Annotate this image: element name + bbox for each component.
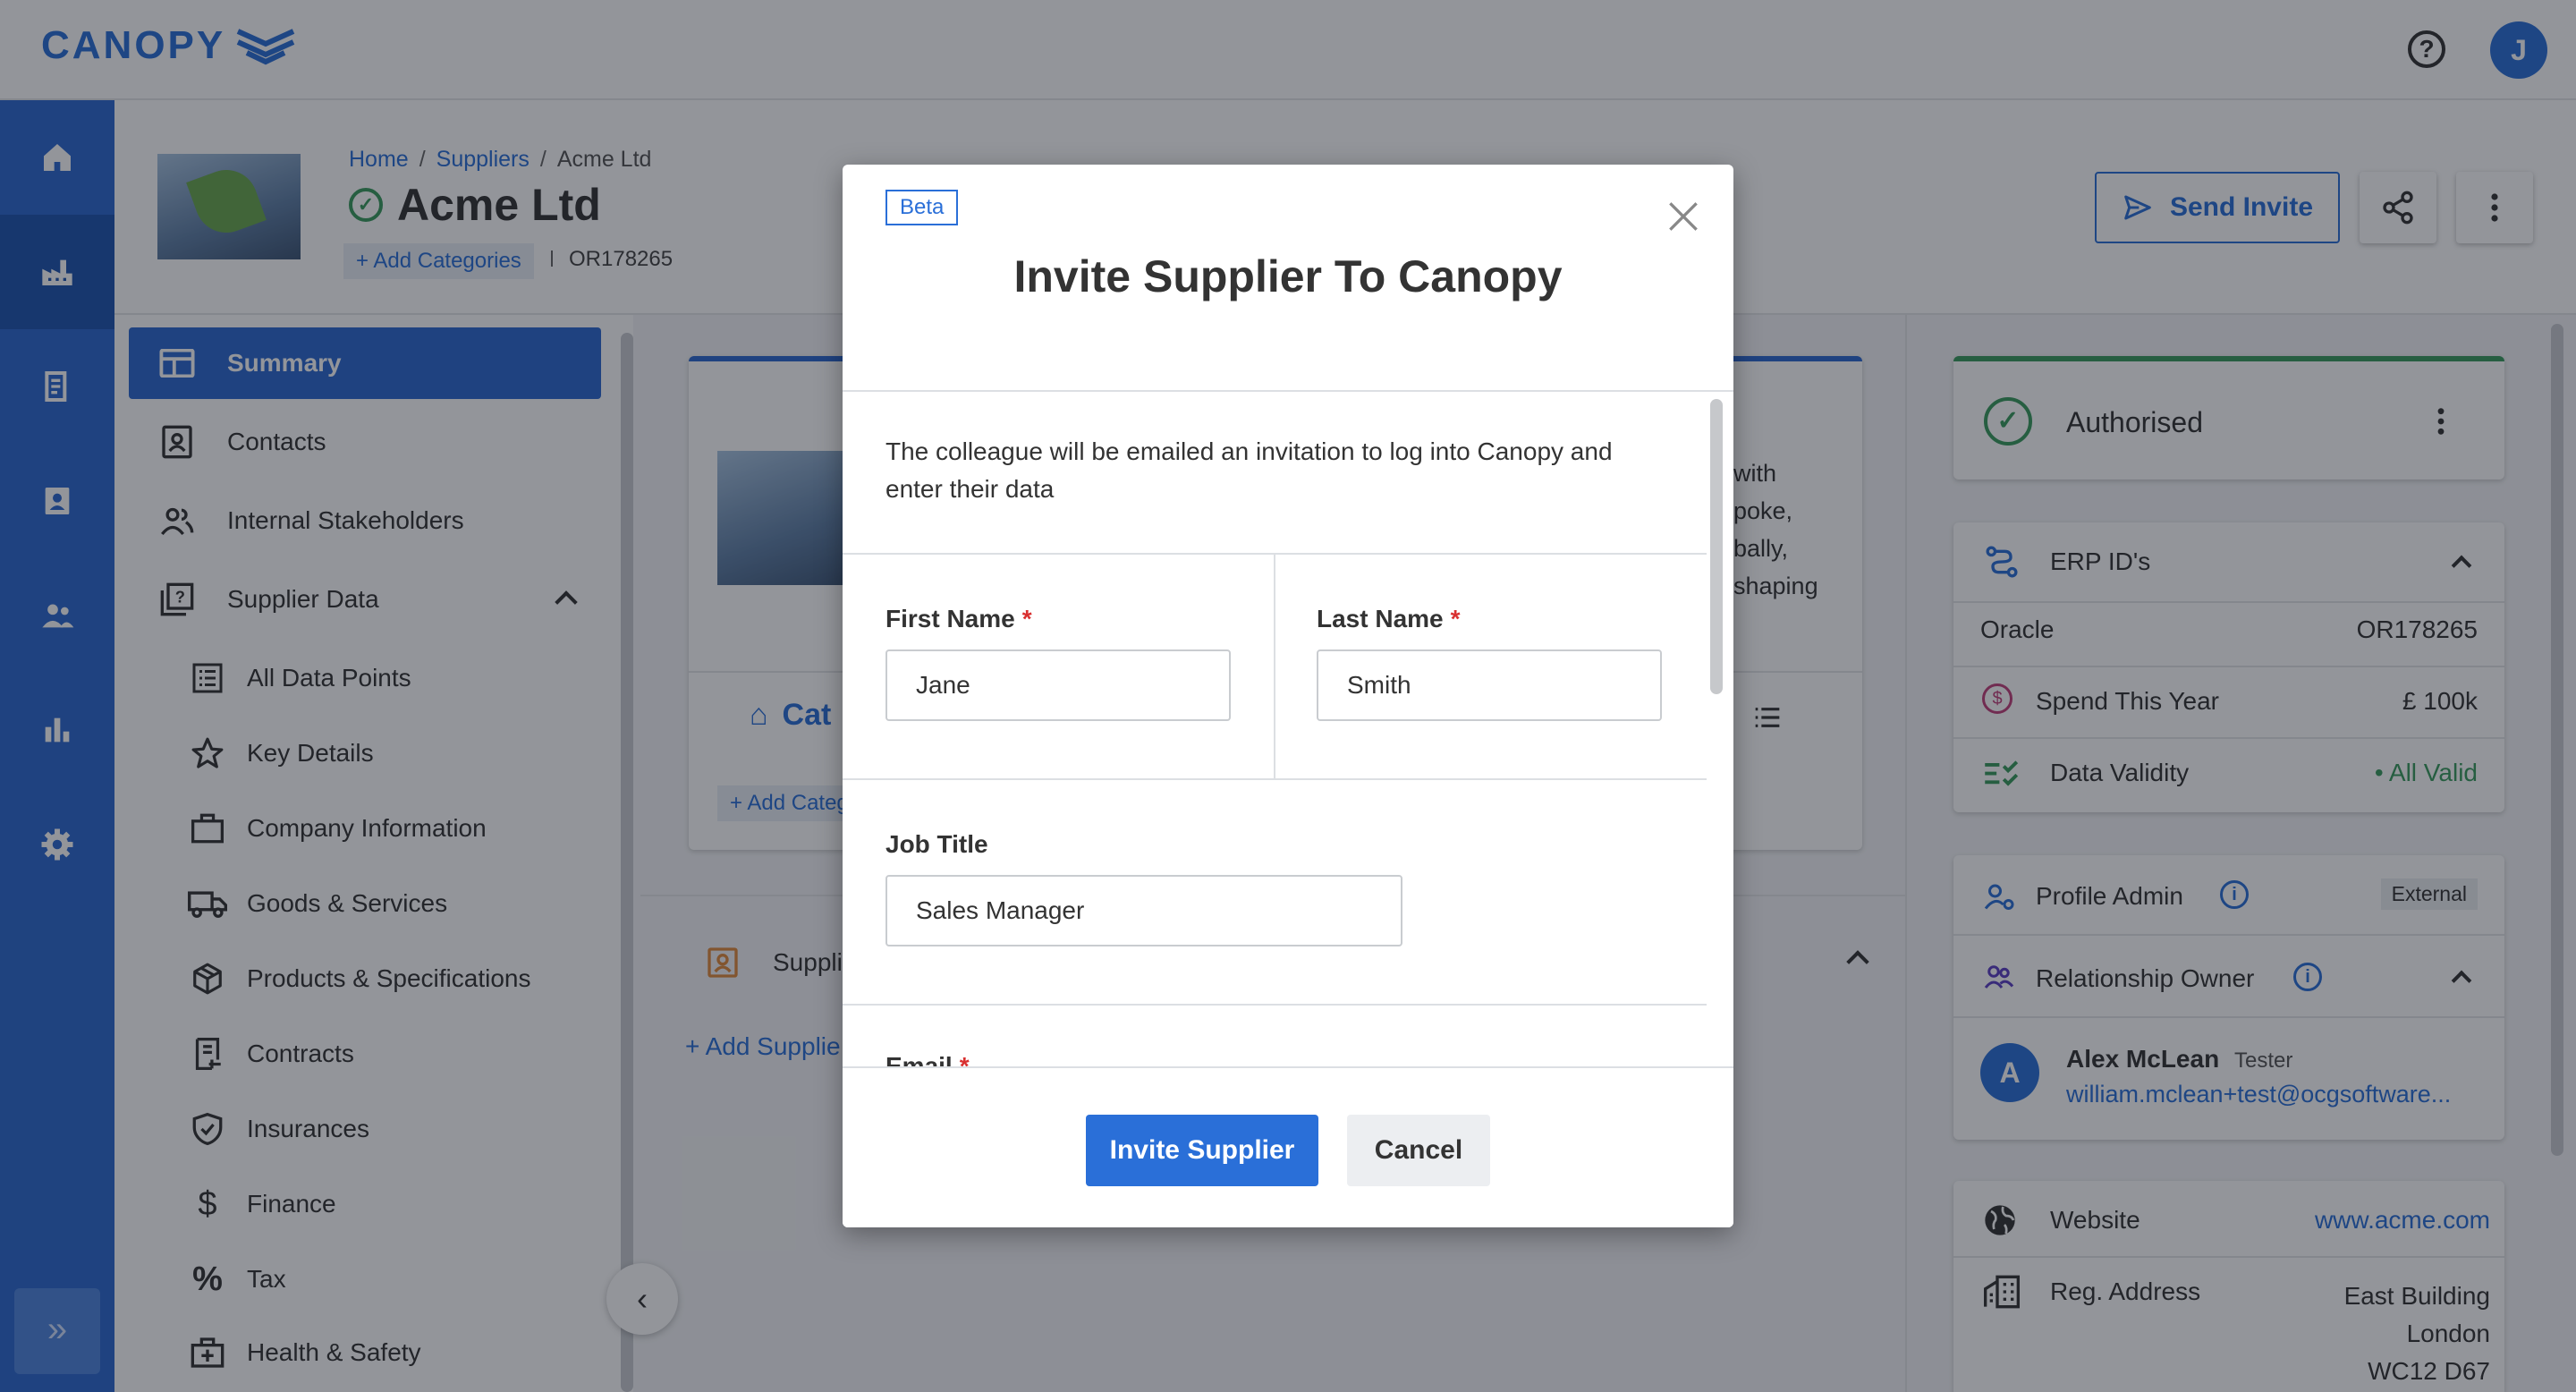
- required-mark: *: [1450, 605, 1461, 632]
- job-title-label: Job Title: [886, 830, 988, 858]
- modal-footer: Invite Supplier Cancel: [843, 1066, 1733, 1227]
- invite-supplier-button[interactable]: Invite Supplier: [1086, 1115, 1318, 1186]
- last-name-label: Last Name *: [1317, 605, 1461, 633]
- modal-divider: [843, 1004, 1707, 1006]
- field-column-divider: [1274, 555, 1275, 780]
- last-name-label-text: Last Name: [1317, 605, 1444, 632]
- first-name-label-text: First Name: [886, 605, 1015, 632]
- required-mark: *: [1021, 605, 1032, 632]
- cancel-button[interactable]: Cancel: [1347, 1115, 1490, 1186]
- modal-divider: [843, 778, 1707, 780]
- last-name-input[interactable]: [1317, 649, 1662, 721]
- modal-scrollbar[interactable]: [1710, 399, 1723, 694]
- first-name-label: First Name *: [886, 605, 1032, 633]
- modal-title: Invite Supplier To Canopy: [1013, 251, 1563, 301]
- close-icon[interactable]: [1664, 197, 1703, 236]
- invite-supplier-modal: Beta Invite Supplier To Canopy The colle…: [843, 165, 1733, 1227]
- first-name-input[interactable]: [886, 649, 1231, 721]
- modal-description: The colleague will be emailed an invitat…: [886, 437, 1613, 503]
- modal-divider: [843, 390, 1733, 392]
- job-title-input[interactable]: [886, 875, 1402, 946]
- beta-badge: Beta: [886, 190, 959, 225]
